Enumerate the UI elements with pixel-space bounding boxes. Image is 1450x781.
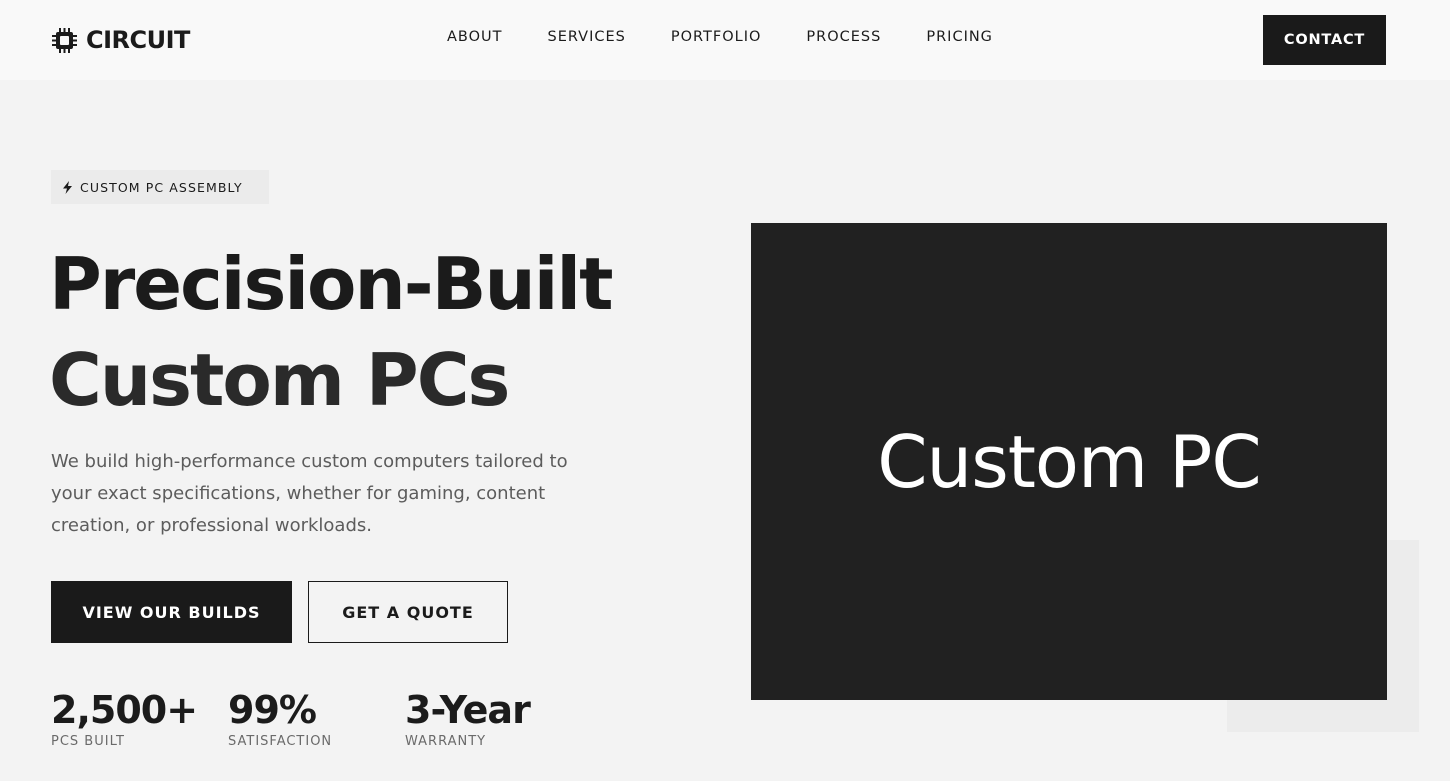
get-quote-button[interactable]: GET A QUOTE	[308, 581, 508, 643]
brand-logo[interactable]: CIRCUIT	[51, 26, 190, 54]
badge-label: CUSTOM PC ASSEMBLY	[80, 179, 243, 195]
bolt-icon	[63, 180, 72, 194]
headline-line-1: Precision-Built	[49, 242, 614, 326]
main-nav: ABOUT SERVICES PORTFOLIO PROCESS PRICING	[447, 29, 993, 51]
nav-link-pricing[interactable]: PRICING	[926, 29, 993, 51]
nav-link-about[interactable]: ABOUT	[447, 29, 503, 51]
view-builds-button[interactable]: VIEW OUR BUILDS	[51, 581, 292, 643]
stat-satisfaction: 99% SATISFACTION	[228, 688, 332, 749]
stat-value: 3-Year	[405, 688, 531, 732]
hero-headline: Precision-Built Custom PCs	[49, 236, 669, 428]
hero-image-placeholder: Custom PC	[751, 223, 1387, 700]
top-navbar: CIRCUIT ABOUT SERVICES PORTFOLIO PROCESS…	[0, 0, 1450, 80]
nav-link-portfolio[interactable]: PORTFOLIO	[671, 29, 762, 51]
stat-label: WARRANTY	[405, 734, 487, 749]
hero-subtitle: We build high-performance custom compute…	[51, 451, 568, 536]
stat-value: 2,500+	[51, 688, 198, 732]
contact-button[interactable]: CONTACT	[1263, 15, 1386, 65]
hero-image-label: Custom PC	[877, 419, 1261, 504]
nav-link-process[interactable]: PROCESS	[806, 29, 881, 51]
brand-name: CIRCUIT	[86, 26, 190, 54]
stat-pcs-built: 2,500+ PCS BUILT	[51, 688, 198, 749]
stat-warranty: 3-Year WARRANTY	[405, 688, 531, 749]
chip-icon	[52, 27, 77, 53]
hero-badge: CUSTOM PC ASSEMBLY	[51, 170, 269, 204]
headline-line-2: Custom PCs	[49, 338, 510, 422]
stat-value: 99%	[228, 688, 317, 732]
stat-label: PCS BUILT	[51, 734, 125, 749]
nav-link-services[interactable]: SERVICES	[548, 29, 626, 51]
stat-label: SATISFACTION	[228, 734, 333, 749]
